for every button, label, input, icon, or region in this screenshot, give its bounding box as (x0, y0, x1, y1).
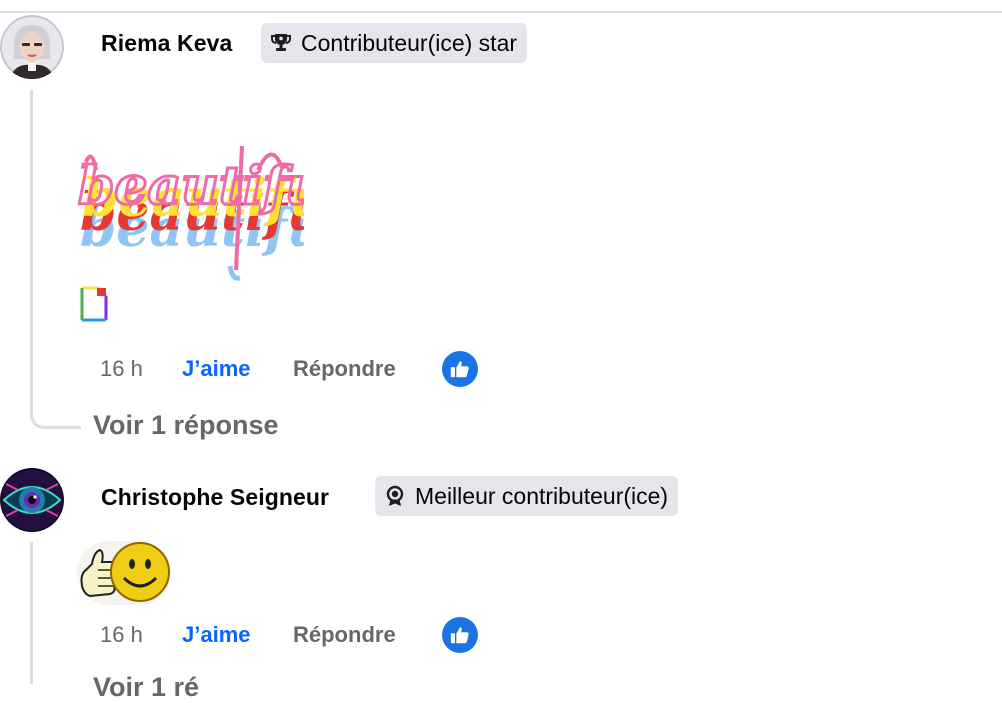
reply-button[interactable]: Répondre (293, 356, 442, 382)
like-reaction-icon[interactable] (442, 351, 478, 387)
broken-image-icon (80, 286, 108, 327)
thread-connector (30, 380, 81, 429)
like-reaction-icon[interactable] (442, 617, 478, 653)
comment-timestamp[interactable]: 16 h (100, 622, 182, 648)
trophy-icon (269, 31, 293, 55)
comment-actions: 16 h J’aime Répondre (100, 351, 478, 387)
top-contributor-badge[interactable]: Meilleur contributeur(ice) (375, 476, 679, 516)
reply-button[interactable]: Répondre (293, 622, 442, 648)
thread-line (30, 90, 33, 390)
thread-line (30, 542, 33, 684)
like-button[interactable]: J’aime (182, 356, 293, 382)
sticker-text-layer: beautiful (78, 156, 304, 217)
like-button[interactable]: J’aime (182, 622, 293, 648)
top-divider (0, 11, 1002, 13)
comment-author[interactable]: Riema Keva (101, 30, 232, 57)
comment-actions: 16 h J’aime Répondre (100, 617, 478, 653)
beautiful-sticker[interactable]: beautiful beautiful beautiful beautiful (72, 140, 347, 284)
see-replies-link[interactable]: Voir 1 réponse (93, 410, 279, 441)
contributor-badge[interactable]: Contributeur(ice) star (261, 23, 528, 63)
thumbs-up-smiley-sticker[interactable] (76, 540, 172, 606)
badge-label: Contributeur(ice) star (301, 29, 518, 56)
badge-label: Meilleur contributeur(ice) (415, 482, 669, 509)
comment-author[interactable]: Christophe Seigneur (101, 484, 329, 511)
avatar-riema-keva[interactable] (0, 15, 64, 79)
see-replies-link[interactable]: Voir 1 ré (93, 672, 199, 703)
avatar-christophe-seigneur[interactable] (0, 468, 64, 532)
comment-timestamp[interactable]: 16 h (100, 356, 182, 382)
award-icon (383, 484, 407, 508)
